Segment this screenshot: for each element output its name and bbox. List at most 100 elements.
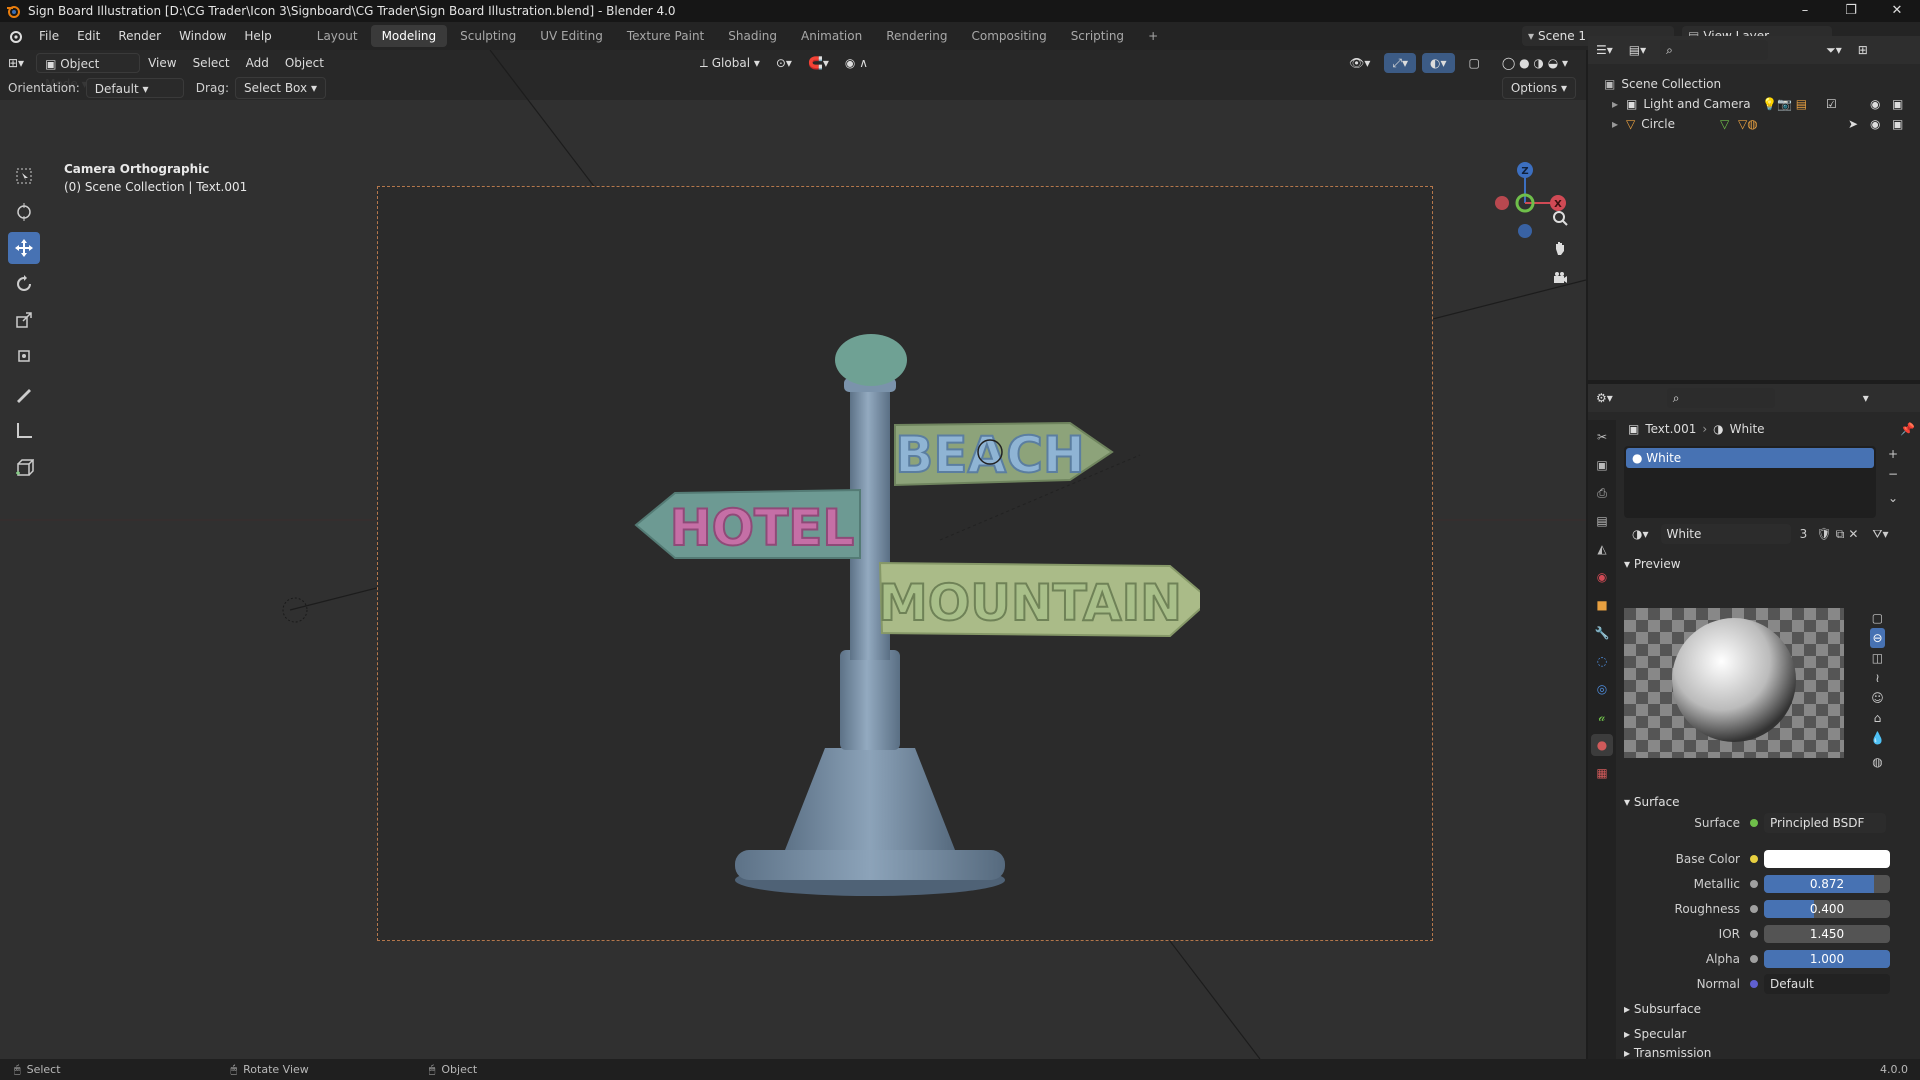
object-tab-icon[interactable]: ■ [1591, 594, 1613, 616]
tool-tab-icon[interactable]: ✂ [1591, 426, 1613, 448]
alpha-slider[interactable]: 1.000 [1764, 950, 1890, 968]
navigation-gizmo[interactable]: Z X [1480, 158, 1570, 248]
properties-editor-type-icon[interactable]: ⚙▾ [1588, 388, 1621, 408]
pin-icon[interactable]: 📌 [1900, 422, 1915, 436]
preview-world-icon[interactable]: ◍ [1870, 752, 1885, 772]
neg-z-axis-handle[interactable] [1518, 224, 1532, 238]
menu-help[interactable]: Help [235, 22, 280, 50]
preview-sphere-icon[interactable]: ⊖ [1870, 628, 1885, 648]
menu-render[interactable]: Render [109, 22, 170, 50]
beach-sign[interactable]: BEACH [894, 421, 1114, 487]
outliner-item[interactable]: ▸ ▣ Light and Camera 💡📷 ▤ ☑ ◉ ▣ [1604, 94, 1914, 114]
measure-tool-button[interactable] [8, 414, 40, 446]
users-count[interactable]: 3 [1795, 527, 1813, 541]
constraints-tab-icon[interactable]: 𝒶 [1591, 706, 1613, 728]
preview-monkey-icon[interactable]: ☺ [1870, 688, 1885, 708]
browse-material-icon[interactable]: ◑▾ [1624, 524, 1657, 544]
mountain-sign[interactable]: MOUNTAIN [877, 561, 1200, 638]
slot-specials-button[interactable]: ⌄ [1888, 488, 1898, 508]
outliner-editor-type-icon[interactable]: ☰▾ [1588, 40, 1621, 60]
outliner-item[interactable]: ▸ ▽ Circle ▽ ▽◍ ➤ ◉ ▣ [1604, 114, 1914, 134]
menu-window[interactable]: Window [170, 22, 235, 50]
pan-hand-icon[interactable] [1548, 236, 1572, 260]
preview-cube-icon[interactable]: ◫ [1870, 648, 1885, 668]
particles-tab-icon[interactable]: ◌ [1591, 650, 1613, 672]
fake-user-icon[interactable]: 🛡 [1817, 527, 1832, 541]
exclude-checkbox[interactable]: ☑ [1826, 94, 1837, 114]
move-tool-button[interactable] [8, 232, 40, 264]
surface-shader-field[interactable]: Principled BSDF [1764, 813, 1886, 833]
visibility-eye-icon[interactable]: ◉ [1870, 114, 1880, 134]
render-tab-icon[interactable]: ▣ [1591, 454, 1613, 476]
modifier-tab-icon[interactable]: 🔧 [1591, 622, 1613, 644]
tab-sculpting[interactable]: Sculpting [449, 25, 527, 47]
add-slot-button[interactable]: + [1888, 444, 1898, 464]
signpost-model[interactable]: BEACH HOTEL MOUNTAIN [600, 280, 1200, 900]
outliner-search-input[interactable]: ⌕ [1660, 40, 1769, 60]
roughness-slider[interactable]: 0.400 [1764, 900, 1890, 918]
ior-field[interactable]: 1.450 [1764, 925, 1890, 943]
hotel-sign[interactable]: HOTEL [634, 488, 861, 559]
metallic-slider[interactable]: 0.872 [1764, 875, 1890, 893]
preview-fluid-icon[interactable]: 💧 [1870, 728, 1885, 748]
specular-panel-header[interactable]: ▸ Specular [1624, 1023, 1686, 1045]
render-camera-icon[interactable]: ▣ [1892, 94, 1903, 114]
cursor-tool-button[interactable] [8, 196, 40, 228]
select-tool-button[interactable] [8, 160, 40, 192]
annotate-tool-button[interactable] [8, 378, 40, 410]
add-cube-tool-button[interactable] [8, 452, 40, 484]
subsurface-panel-header[interactable]: ▸ Subsurface [1624, 998, 1701, 1020]
tab-uv-editing[interactable]: UV Editing [529, 25, 614, 47]
view-layer-tab-icon[interactable]: ▤ [1591, 510, 1613, 532]
unlink-material-icon[interactable]: ✕ [1848, 527, 1858, 541]
physics-tab-icon[interactable]: ◎ [1591, 678, 1613, 700]
camera-view-icon[interactable] [1548, 266, 1572, 290]
tab-scripting[interactable]: Scripting [1060, 25, 1135, 47]
menu-file[interactable]: File [30, 22, 68, 50]
preview-cloth-icon[interactable]: ⌂ [1870, 708, 1885, 728]
output-tab-icon[interactable]: ⎙ [1591, 482, 1613, 504]
transmission-panel-header[interactable]: ▸ Transmission [1624, 1046, 1711, 1060]
3d-viewport[interactable]: ⊞▾ ▣ Object Mode ▾ View Select Add Objec… [0, 50, 1586, 1059]
base-color-swatch[interactable] [1764, 850, 1890, 868]
tab-compositing[interactable]: Compositing [960, 25, 1057, 47]
rotate-tool-button[interactable] [8, 268, 40, 300]
expand-arrow-icon[interactable]: ▸ [1612, 114, 1618, 134]
scene-collection-row[interactable]: ▣ Scene Collection [1604, 74, 1914, 94]
zoom-icon[interactable] [1548, 206, 1572, 230]
remove-slot-button[interactable]: − [1888, 464, 1898, 484]
material-tab-icon[interactable]: ● [1591, 734, 1613, 756]
material-slot-item[interactable]: ● White [1626, 448, 1874, 468]
new-collection-icon[interactable]: ⊞ [1850, 40, 1876, 60]
menu-edit[interactable]: Edit [68, 22, 109, 50]
add-workspace-button[interactable]: + [1137, 25, 1169, 47]
tab-layout[interactable]: Layout [306, 25, 369, 47]
tab-animation[interactable]: Animation [790, 25, 873, 47]
preview-flat-icon[interactable]: ▢ [1870, 608, 1885, 628]
select-arrow-icon[interactable]: ➤ [1848, 114, 1858, 134]
material-name-field[interactable]: White [1660, 524, 1791, 544]
scene-tab-icon[interactable]: ◭ [1591, 538, 1613, 560]
preview-hair-icon[interactable]: ≀ [1870, 668, 1885, 688]
blender-menu-icon[interactable] [0, 29, 30, 43]
scale-tool-button[interactable] [8, 304, 40, 336]
minimize-button[interactable]: – [1782, 0, 1828, 22]
texture-tab-icon[interactable]: ▦ [1591, 762, 1613, 784]
filter-icon[interactable]: ⏷▾ [1818, 40, 1850, 60]
surface-panel-header[interactable]: ▾ Surface [1624, 790, 1680, 814]
display-mode-icon[interactable]: ▤▾ [1621, 40, 1654, 60]
material-link-icon[interactable]: ⛛▾ [1872, 527, 1888, 542]
render-camera-icon[interactable]: ▣ [1892, 114, 1903, 134]
tab-shading[interactable]: Shading [717, 25, 788, 47]
world-tab-icon[interactable]: ◉ [1591, 566, 1613, 588]
normal-field[interactable]: Default [1764, 974, 1890, 994]
neg-x-axis-handle[interactable] [1495, 196, 1509, 210]
restore-button[interactable]: ❐ [1828, 0, 1874, 22]
tab-texture-paint[interactable]: Texture Paint [616, 25, 715, 47]
tab-modeling[interactable]: Modeling [370, 25, 448, 47]
duplicate-material-icon[interactable]: ⧉ [1836, 527, 1845, 542]
tab-rendering[interactable]: Rendering [875, 25, 958, 47]
visibility-eye-icon[interactable]: ◉ [1870, 94, 1880, 114]
preview-panel-header[interactable]: ▾ Preview [1624, 552, 1681, 576]
close-button[interactable]: ✕ [1874, 0, 1920, 22]
